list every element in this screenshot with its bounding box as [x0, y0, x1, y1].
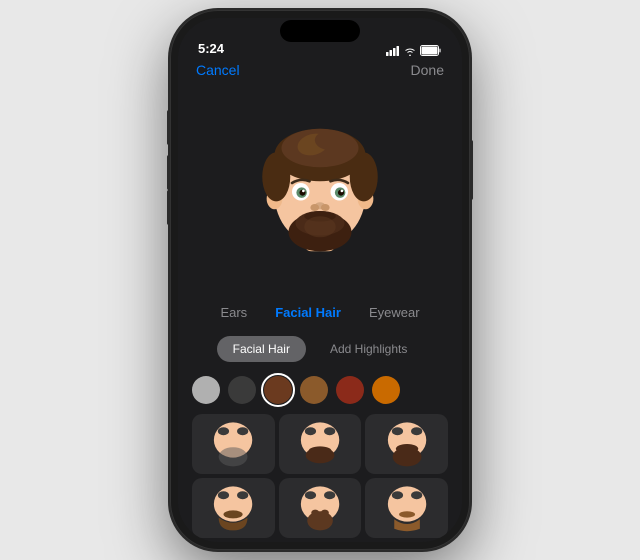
- signal-icon: [386, 46, 400, 56]
- swatch-orange[interactable]: [372, 376, 400, 404]
- sub-tabs: Facial Hair Add Highlights: [178, 330, 462, 370]
- style-item-2[interactable]: [279, 414, 362, 474]
- wifi-icon: [404, 46, 416, 56]
- memoji-avatar: [250, 120, 390, 260]
- dynamic-island: [280, 20, 360, 42]
- style-item-1[interactable]: [192, 414, 275, 474]
- subtab-facial-hair[interactable]: Facial Hair: [217, 336, 306, 362]
- style-item-6[interactable]: [365, 478, 448, 538]
- done-button[interactable]: Done: [411, 62, 444, 78]
- tab-ears[interactable]: Ears: [220, 303, 247, 322]
- subtab-add-highlights[interactable]: Add Highlights: [314, 336, 423, 362]
- swatch-gray[interactable]: [192, 376, 220, 404]
- style-item-5[interactable]: [279, 478, 362, 538]
- tab-facial-hair[interactable]: Facial Hair: [275, 303, 341, 322]
- main-tabs: Ears Facial Hair Eyewear: [178, 299, 462, 330]
- tabs-section: Ears Facial Hair Eyewear Facial Hair Add…: [178, 293, 462, 542]
- swatch-brown[interactable]: [264, 376, 292, 404]
- style-grid: [178, 410, 462, 542]
- tab-eyewear[interactable]: Eyewear: [369, 303, 420, 322]
- swatch-medium-brown[interactable]: [300, 376, 328, 404]
- color-swatches-row: [178, 370, 462, 410]
- cancel-button[interactable]: Cancel: [196, 62, 240, 78]
- style-item-3[interactable]: [365, 414, 448, 474]
- swatch-dark-gray[interactable]: [228, 376, 256, 404]
- style-item-4[interactable]: [192, 478, 275, 538]
- swatch-dark-red[interactable]: [336, 376, 364, 404]
- nav-bar: Cancel Done: [178, 62, 462, 86]
- status-icons: [386, 45, 442, 56]
- status-time: 5:24: [198, 41, 224, 56]
- avatar-area: [178, 86, 462, 293]
- phone-frame: 5:24: [170, 10, 470, 550]
- phone-screen: 5:24: [178, 18, 462, 542]
- battery-icon: [420, 45, 442, 56]
